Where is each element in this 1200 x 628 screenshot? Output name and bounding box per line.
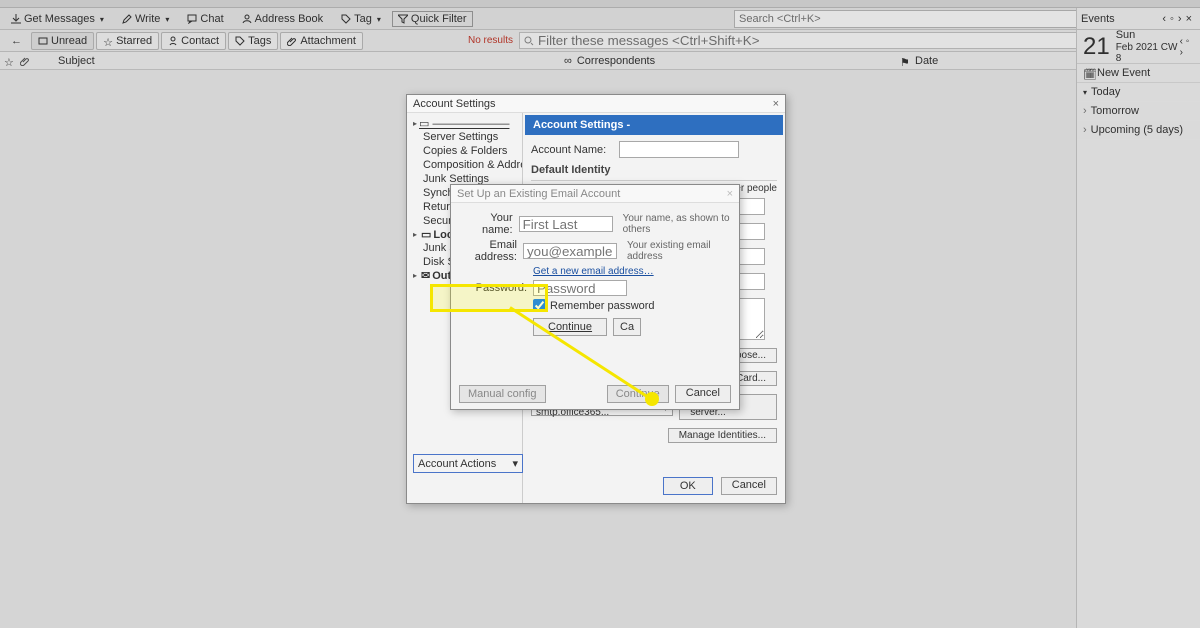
date-display: 21 Sun Feb 2021 CW 8 ‹ ◦ › <box>1077 30 1200 64</box>
remember-password-checkbox[interactable]: Remember password <box>533 299 655 312</box>
download-icon <box>11 14 21 24</box>
upcoming-section[interactable]: Upcoming (5 days) <box>1077 121 1200 140</box>
main-toolbar: Get Messages Write Chat Address Book Tag… <box>0 8 1200 30</box>
tag-icon <box>235 36 245 46</box>
email-hint: Your existing email address <box>627 240 731 262</box>
write-label: Write <box>135 13 160 25</box>
address-book-button[interactable]: Address Book <box>235 10 330 28</box>
column-headers: ☆ Subject ∞Correspondents ⚑Date <box>0 52 1200 70</box>
close-icon[interactable]: × <box>773 98 779 110</box>
get-messages-label: Get Messages <box>24 13 95 25</box>
dialog-title: Account Settings <box>413 98 496 110</box>
today-section[interactable]: ▾Today <box>1077 83 1200 102</box>
account-name-input[interactable] <box>619 141 739 158</box>
star-col-icon[interactable]: ☆ <box>4 56 14 66</box>
filter-contact[interactable]: Contact <box>161 32 226 50</box>
tree-server-settings[interactable]: Server Settings <box>409 130 520 144</box>
today-dot-icon[interactable]: ◦ <box>1170 13 1174 25</box>
filter-attachment[interactable]: Attachment <box>280 32 363 50</box>
star-icon: ☆ <box>103 36 113 46</box>
cancel-button[interactable]: Cancel <box>675 385 731 403</box>
manual-config-button[interactable]: Manual config <box>459 385 546 403</box>
prev-icon[interactable]: ‹ <box>1162 13 1166 25</box>
account-actions-dropdown[interactable]: Account Actions▾ <box>413 454 523 473</box>
tree-composition[interactable]: Composition & Addressing <box>409 158 520 172</box>
address-book-label: Address Book <box>255 13 323 25</box>
next-icon[interactable]: › <box>1178 13 1182 25</box>
email-input[interactable] <box>523 243 617 259</box>
email-label: Email address: <box>459 239 517 263</box>
funnel-icon <box>398 14 408 24</box>
quick-filter-button[interactable]: Quick Filter <box>392 11 473 27</box>
ok-button[interactable]: OK <box>663 477 713 495</box>
chat-icon <box>187 14 197 24</box>
message-filter-input[interactable] <box>538 33 1094 48</box>
addressbook-icon <box>242 14 252 24</box>
tag-label: Tag <box>354 13 372 25</box>
name-hint: Your name, as shown to others <box>623 213 731 235</box>
day-number: 21 <box>1083 33 1110 61</box>
new-address-link[interactable]: Get a new email address… <box>533 266 654 277</box>
default-identity-header: Default Identity <box>523 162 785 178</box>
section-header: Account Settings - <box>525 115 783 135</box>
flag-icon: ⚑ <box>900 56 910 66</box>
chat-label: Chat <box>200 13 223 25</box>
month-line: Feb 2021 CW 8 <box>1116 42 1180 64</box>
unread-icon <box>38 36 48 46</box>
write-button[interactable]: Write <box>115 10 176 28</box>
name-input[interactable] <box>519 216 613 232</box>
date-column[interactable]: ⚑Date <box>900 55 1080 67</box>
tomorrow-section[interactable]: Tomorrow <box>1077 102 1200 121</box>
quick-filter-label: Quick Filter <box>411 13 467 25</box>
continue-button[interactable]: Continue <box>607 385 669 403</box>
no-results-label: No results <box>468 35 513 46</box>
manage-identities-button[interactable]: Manage Identities... <box>668 428 777 443</box>
close-icon[interactable]: × <box>1186 13 1192 25</box>
password-input[interactable] <box>533 280 627 296</box>
continue-top-button[interactable]: Continue <box>533 318 607 336</box>
filter-tags[interactable]: Tags <box>228 32 278 50</box>
password-label: Password: <box>459 282 527 294</box>
filter-toolbar: ← Unread ☆ Starred Contact Tags Attachme… <box>0 30 1200 52</box>
pencil-icon <box>122 14 132 24</box>
new-event-button[interactable]: 🗓 New Event <box>1077 64 1200 83</box>
correspondents-column[interactable]: ∞Correspondents <box>564 55 894 67</box>
tag-icon <box>341 14 351 24</box>
cancel-top-button[interactable]: Ca <box>613 318 641 336</box>
chat-button[interactable]: Chat <box>180 10 230 28</box>
paperclip-icon <box>287 36 297 46</box>
tree-account-root[interactable]: ▭ ——————— <box>409 117 520 130</box>
contact-icon <box>168 36 178 46</box>
attachment-col-icon[interactable] <box>20 56 30 66</box>
close-icon[interactable]: × <box>727 188 733 200</box>
tag-button[interactable]: Tag <box>334 10 388 28</box>
dialog-title: Set Up an Existing Email Account <box>457 188 620 200</box>
events-sidebar: Events ‹ ◦ › × 21 Sun Feb 2021 CW 8 ‹ ◦ … <box>1076 8 1200 628</box>
filter-unread[interactable]: Unread <box>31 32 94 50</box>
account-name-label: Account Name: <box>531 144 613 156</box>
name-label: Your name: <box>459 212 513 236</box>
back-button[interactable]: ← <box>4 32 29 50</box>
get-messages-button[interactable]: Get Messages <box>4 10 111 28</box>
message-filter-box[interactable] <box>519 32 1099 49</box>
day-name: Sun <box>1116 29 1180 41</box>
subject-column[interactable]: Subject <box>58 55 558 67</box>
setup-account-dialog: Set Up an Existing Email Account × Your n… <box>450 184 740 410</box>
search-icon <box>524 36 534 46</box>
filter-starred[interactable]: ☆ Starred <box>96 32 159 50</box>
events-title: Events <box>1081 13 1115 25</box>
tree-copies-folders[interactable]: Copies & Folders <box>409 144 520 158</box>
cancel-button[interactable]: Cancel <box>721 477 777 495</box>
calendar-plus-icon: 🗓 <box>1083 68 1093 78</box>
